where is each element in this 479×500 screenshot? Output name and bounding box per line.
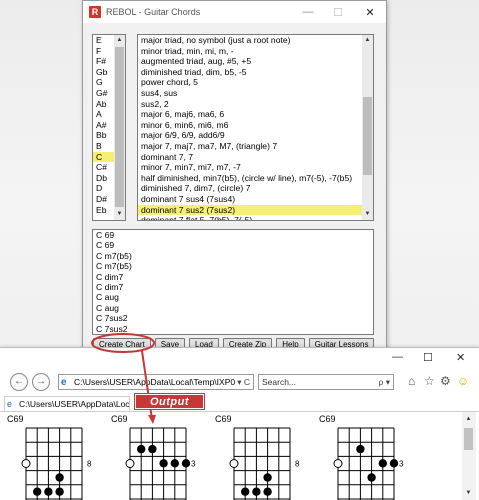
annotation-arrowhead bbox=[148, 415, 156, 424]
annotation-label: Output bbox=[135, 394, 204, 409]
annotation-circle bbox=[91, 333, 155, 353]
annotation-overlay bbox=[91, 333, 156, 424]
desktop: R REBOL - Guitar Chords — ☐ ✕ E F F# Gb G G# A… bbox=[0, 0, 479, 500]
